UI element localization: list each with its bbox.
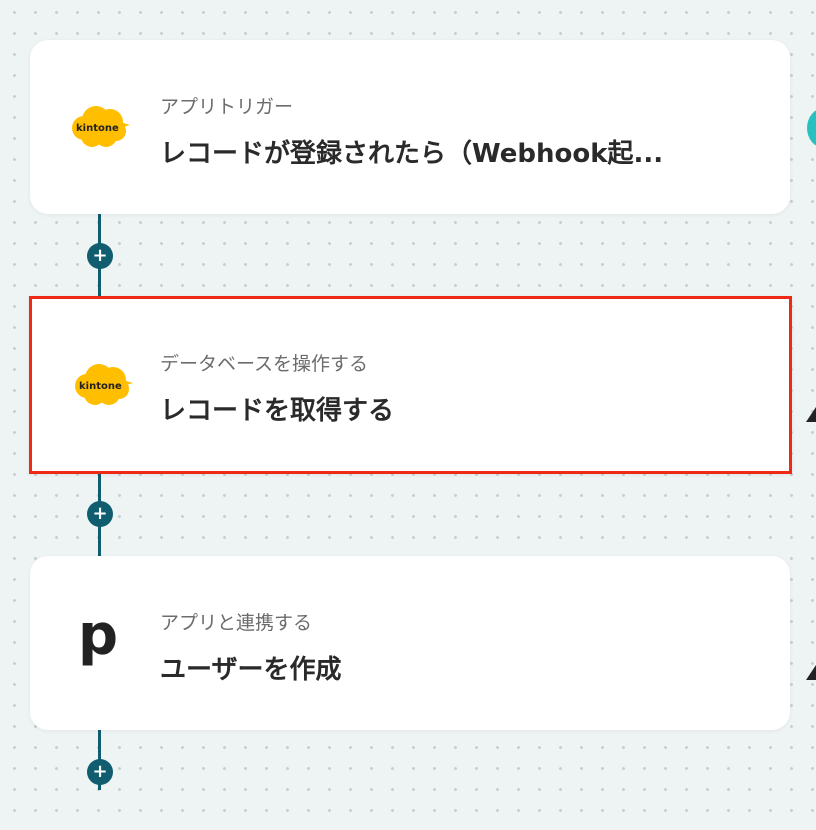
- add-step-button[interactable]: +: [87, 759, 113, 785]
- side-indicator: [807, 108, 816, 148]
- flow-step-get-record[interactable]: kintone データベースを操作する レコードを取得する: [29, 296, 792, 474]
- add-step-button[interactable]: +: [87, 243, 113, 269]
- step-type-label: アプリと連携する: [160, 612, 313, 634]
- step-title: レコードが登録されたら（Webhook起...: [160, 139, 664, 169]
- add-step-button[interactable]: +: [87, 501, 113, 527]
- p-logo-icon: p: [78, 603, 119, 668]
- step-type-label: データベースを操作する: [160, 353, 369, 375]
- flow-step-create-user[interactable]: p アプリと連携する ユーザーを作成: [30, 556, 790, 730]
- side-indicator: [806, 392, 816, 422]
- kintone-logo-text: kintone: [79, 381, 122, 392]
- kintone-logo-icon: kintone: [70, 98, 130, 154]
- side-indicator: [806, 650, 816, 680]
- kintone-logo-text: kintone: [76, 123, 119, 134]
- step-type-label: アプリトリガー: [160, 96, 294, 118]
- step-title: ユーザーを作成: [160, 655, 342, 685]
- step-title: レコードを取得する: [160, 396, 395, 426]
- flow-step-trigger[interactable]: kintone アプリトリガー レコードが登録されたら（Webhook起...: [30, 40, 790, 214]
- kintone-logo-icon: kintone: [73, 356, 133, 412]
